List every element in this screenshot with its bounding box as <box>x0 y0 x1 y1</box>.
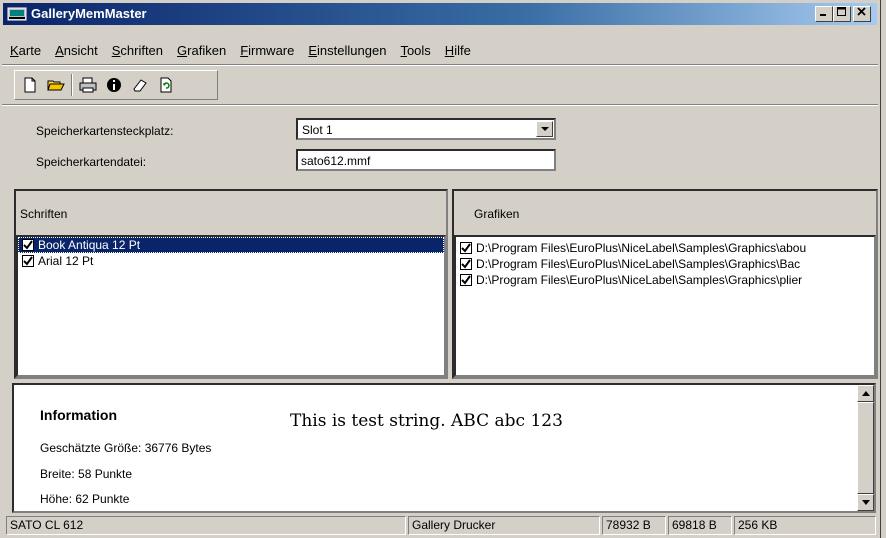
divider <box>2 104 878 106</box>
menu-karte[interactable]: Karte <box>10 43 41 61</box>
height-text: Höhe: 62 Punkte <box>40 492 130 506</box>
minimize-button[interactable] <box>815 6 833 22</box>
arrow-down-icon <box>861 500 870 505</box>
list-item-label: D:\Program Files\EuroPlus\NiceLabel\Samp… <box>476 257 801 271</box>
arrow-up-icon <box>861 391 870 396</box>
app-window: GalleryMemMaster Karte Ansicht Schriften… <box>0 0 881 538</box>
menu-bar: Karte Ansicht Schriften Grafiken Firmwar… <box>10 43 471 61</box>
checkbox-checked-icon[interactable] <box>460 274 472 286</box>
slot-label: Speicherkartensteckplatz: <box>36 124 174 138</box>
status-bar: SATO CL 612 Gallery Drucker 78932 B 6981… <box>2 516 878 536</box>
file-field[interactable]: sato612.mmf <box>296 149 556 171</box>
refresh-button[interactable] <box>155 74 177 96</box>
checkbox-checked-icon[interactable] <box>460 242 472 254</box>
list-item-label: Book Antiqua 12 Pt <box>38 238 141 252</box>
scroll-up-button[interactable] <box>857 385 874 402</box>
size-text: Geschätzte Größe: 36776 Bytes <box>40 441 212 455</box>
fonts-list[interactable]: Book Antiqua 12 Pt Arial 12 Pt <box>16 235 446 377</box>
checkbox-checked-icon[interactable] <box>460 258 472 270</box>
list-item-label: D:\Program Files\EuroPlus\NiceLabel\Samp… <box>476 241 807 255</box>
list-item[interactable]: D:\Program Files\EuroPlus\NiceLabel\Samp… <box>456 272 874 288</box>
status-memory-total: 256 KB <box>734 516 876 535</box>
info-icon <box>107 78 121 92</box>
close-icon <box>857 7 866 16</box>
scroll-thumb[interactable] <box>857 402 874 494</box>
info-heading: Information <box>40 407 117 423</box>
maximize-icon <box>837 7 846 16</box>
refresh-icon <box>160 77 172 93</box>
file-label: Speicherkartendatei: <box>36 155 147 169</box>
chevron-down-icon <box>540 126 549 131</box>
eraser-icon <box>133 79 147 92</box>
scroll-down-button[interactable] <box>857 494 874 511</box>
fonts-panel: Schriften Book Antiqua 12 Pt Arial 12 Pt <box>14 189 448 379</box>
list-item[interactable]: Book Antiqua 12 Pt <box>18 237 444 253</box>
app-icon <box>7 7 27 21</box>
font-preview: This is test string. ABC abc 123 <box>290 411 563 431</box>
list-item[interactable]: Arial 12 Pt <box>18 253 444 269</box>
window-title: GalleryMemMaster <box>31 6 147 21</box>
width-text: Breite: 58 Punkte <box>40 467 133 481</box>
maximize-button[interactable] <box>833 6 851 22</box>
status-memory-used: 78932 B <box>602 516 666 535</box>
file-value: sato612.mmf <box>301 154 371 168</box>
menu-schriften[interactable]: Schriften <box>112 43 163 61</box>
menu-firmware[interactable]: Firmware <box>240 43 294 61</box>
checkbox-checked-icon[interactable] <box>22 239 34 251</box>
status-printer: SATO CL 612 <box>6 516 406 535</box>
slot-value: Slot 1 <box>302 123 333 137</box>
new-document-icon <box>24 77 36 93</box>
toolbar <box>14 70 218 100</box>
open-folder-icon <box>47 80 65 91</box>
print-button[interactable] <box>77 74 99 96</box>
fonts-header: Schriften <box>20 207 68 221</box>
list-item[interactable]: D:\Program Files\EuroPlus\NiceLabel\Samp… <box>456 240 874 256</box>
dropdown-button[interactable] <box>536 121 553 137</box>
menu-hilfe[interactable]: Hilfe <box>445 43 471 61</box>
list-item-label: D:\Program Files\EuroPlus\NiceLabel\Samp… <box>476 273 803 287</box>
title-bar[interactable]: GalleryMemMaster <box>3 3 877 25</box>
graphics-list[interactable]: D:\Program Files\EuroPlus\NiceLabel\Samp… <box>454 235 876 377</box>
erase-button[interactable] <box>129 74 151 96</box>
minimize-icon <box>820 14 826 16</box>
printer-icon <box>79 77 97 93</box>
info-button[interactable] <box>103 74 125 96</box>
graphics-header: Grafiken <box>474 207 520 221</box>
divider <box>2 64 878 66</box>
checkbox-checked-icon[interactable] <box>22 255 34 267</box>
open-button[interactable] <box>45 74 67 96</box>
status-driver: Gallery Drucker <box>408 516 600 535</box>
slot-select[interactable]: Slot 1 <box>296 118 556 140</box>
vertical-scrollbar[interactable] <box>857 385 874 511</box>
list-item[interactable]: D:\Program Files\EuroPlus\NiceLabel\Samp… <box>456 256 874 272</box>
menu-einstellungen[interactable]: Einstellungen <box>308 43 386 61</box>
info-panel: Information This is test string. ABC abc… <box>12 383 876 513</box>
graphics-panel: Grafiken D:\Program Files\EuroPlus\NiceL… <box>452 189 878 379</box>
menu-grafiken[interactable]: Grafiken <box>177 43 226 61</box>
toolbar-separator <box>71 74 73 96</box>
list-item-label: Arial 12 Pt <box>38 254 94 268</box>
close-button[interactable] <box>853 6 871 22</box>
menu-ansicht[interactable]: Ansicht <box>55 43 98 61</box>
new-button[interactable] <box>19 74 41 96</box>
status-memory-free: 69818 B <box>668 516 732 535</box>
menu-tools[interactable]: Tools <box>400 43 430 61</box>
